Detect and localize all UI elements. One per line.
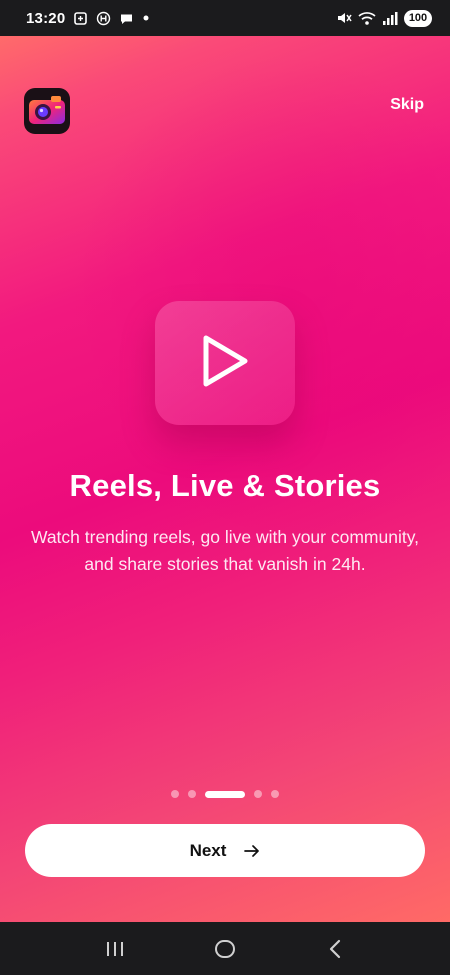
chat-bubble-icon bbox=[119, 11, 134, 26]
camera-app-logo-icon bbox=[24, 88, 70, 134]
feature-icon-card bbox=[155, 301, 295, 425]
screen-record-icon bbox=[73, 11, 88, 26]
h-badge-icon bbox=[96, 11, 111, 26]
status-right: 100 bbox=[336, 9, 432, 27]
onboarding-content: Skip Reels, Live & Stories Watch trendin… bbox=[0, 36, 450, 922]
back-icon[interactable] bbox=[315, 929, 355, 969]
navigation-bar bbox=[0, 922, 450, 975]
page-dot bbox=[171, 790, 179, 798]
onboarding-screen: 13:20 100 Skip Reels, Live & Stories Wat… bbox=[0, 0, 450, 975]
wifi-icon bbox=[358, 11, 376, 26]
recent-apps-icon[interactable] bbox=[95, 929, 135, 969]
slide-title: Reels, Live & Stories bbox=[69, 468, 381, 503]
mute-icon bbox=[336, 10, 352, 26]
page-indicator bbox=[0, 790, 450, 798]
page-dot-active bbox=[205, 790, 245, 798]
skip-button[interactable]: Skip bbox=[390, 96, 424, 114]
next-button-label: Next bbox=[189, 840, 227, 860]
play-icon bbox=[200, 333, 250, 394]
page-dot bbox=[254, 790, 262, 798]
battery-icon: 100 bbox=[404, 9, 432, 27]
page-dot bbox=[188, 790, 196, 798]
signal-icon bbox=[382, 11, 398, 26]
status-bar: 13:20 100 bbox=[0, 0, 450, 36]
dot-icon bbox=[142, 14, 150, 22]
next-button[interactable]: Next bbox=[25, 824, 425, 877]
page-dot bbox=[271, 790, 279, 798]
status-left: 13:20 bbox=[26, 10, 150, 27]
home-icon[interactable] bbox=[205, 929, 245, 969]
status-time: 13:20 bbox=[26, 9, 66, 27]
slide-description: Watch trending reels, go live with your … bbox=[30, 527, 420, 574]
arrow-right-icon bbox=[244, 844, 260, 858]
